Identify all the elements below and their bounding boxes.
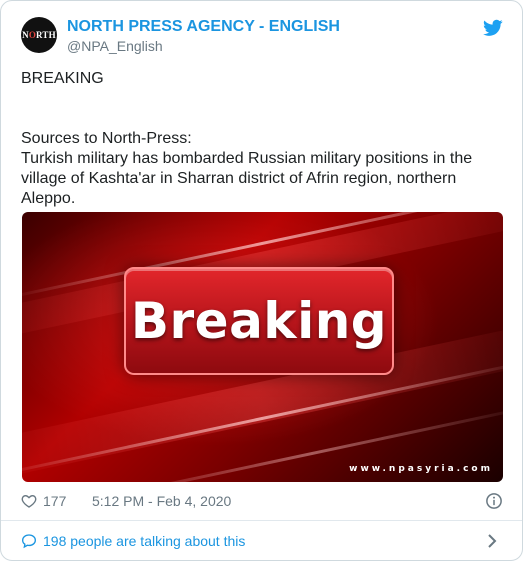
author-handle[interactable]: @NPA_English: [67, 37, 340, 56]
tweet-media-image[interactable]: Breaking www.npasyria.com: [22, 212, 503, 482]
breaking-banner: Breaking: [124, 267, 394, 375]
chevron-right-icon: [488, 534, 497, 548]
tweet-line-breaking: BREAKING: [21, 70, 104, 87]
avatar-logo-text: NORTH: [22, 30, 56, 40]
footer-divider: [1, 520, 522, 521]
like-button[interactable]: 177: [21, 491, 66, 511]
speech-bubble-icon: [21, 534, 37, 549]
author-display-name[interactable]: NORTH PRESS AGENCY - ENGLISH: [67, 17, 340, 37]
heart-icon: [21, 494, 37, 508]
info-icon[interactable]: [485, 492, 503, 510]
tweet-card: NORTH NORTH PRESS AGENCY - ENGLISH @NPA_…: [0, 0, 523, 561]
breaking-headline: Breaking: [130, 292, 388, 350]
tweet-meta: 177 5:12 PM - Feb 4, 2020: [21, 491, 503, 511]
twitter-bird-icon[interactable]: [483, 19, 503, 37]
tweet-header: NORTH NORTH PRESS AGENCY - ENGLISH @NPA_…: [21, 17, 503, 57]
tweet-timestamp[interactable]: 5:12 PM - Feb 4, 2020: [92, 491, 231, 511]
tweet-text: BREAKING Sources to North-Press: Turkish…: [21, 69, 505, 209]
tweet-line-body: Turkish military has bombarded Russian m…: [21, 150, 473, 207]
avatar[interactable]: NORTH: [21, 17, 57, 53]
like-count: 177: [43, 493, 67, 509]
conversation-text: 198 people are talking about this: [43, 533, 246, 549]
conversation-link[interactable]: 198 people are talking about this: [21, 531, 503, 551]
image-watermark: www.npasyria.com: [349, 464, 493, 474]
author-info: NORTH PRESS AGENCY - ENGLISH @NPA_Englis…: [67, 17, 340, 56]
tweet-line-sources: Sources to North-Press:: [21, 130, 192, 147]
